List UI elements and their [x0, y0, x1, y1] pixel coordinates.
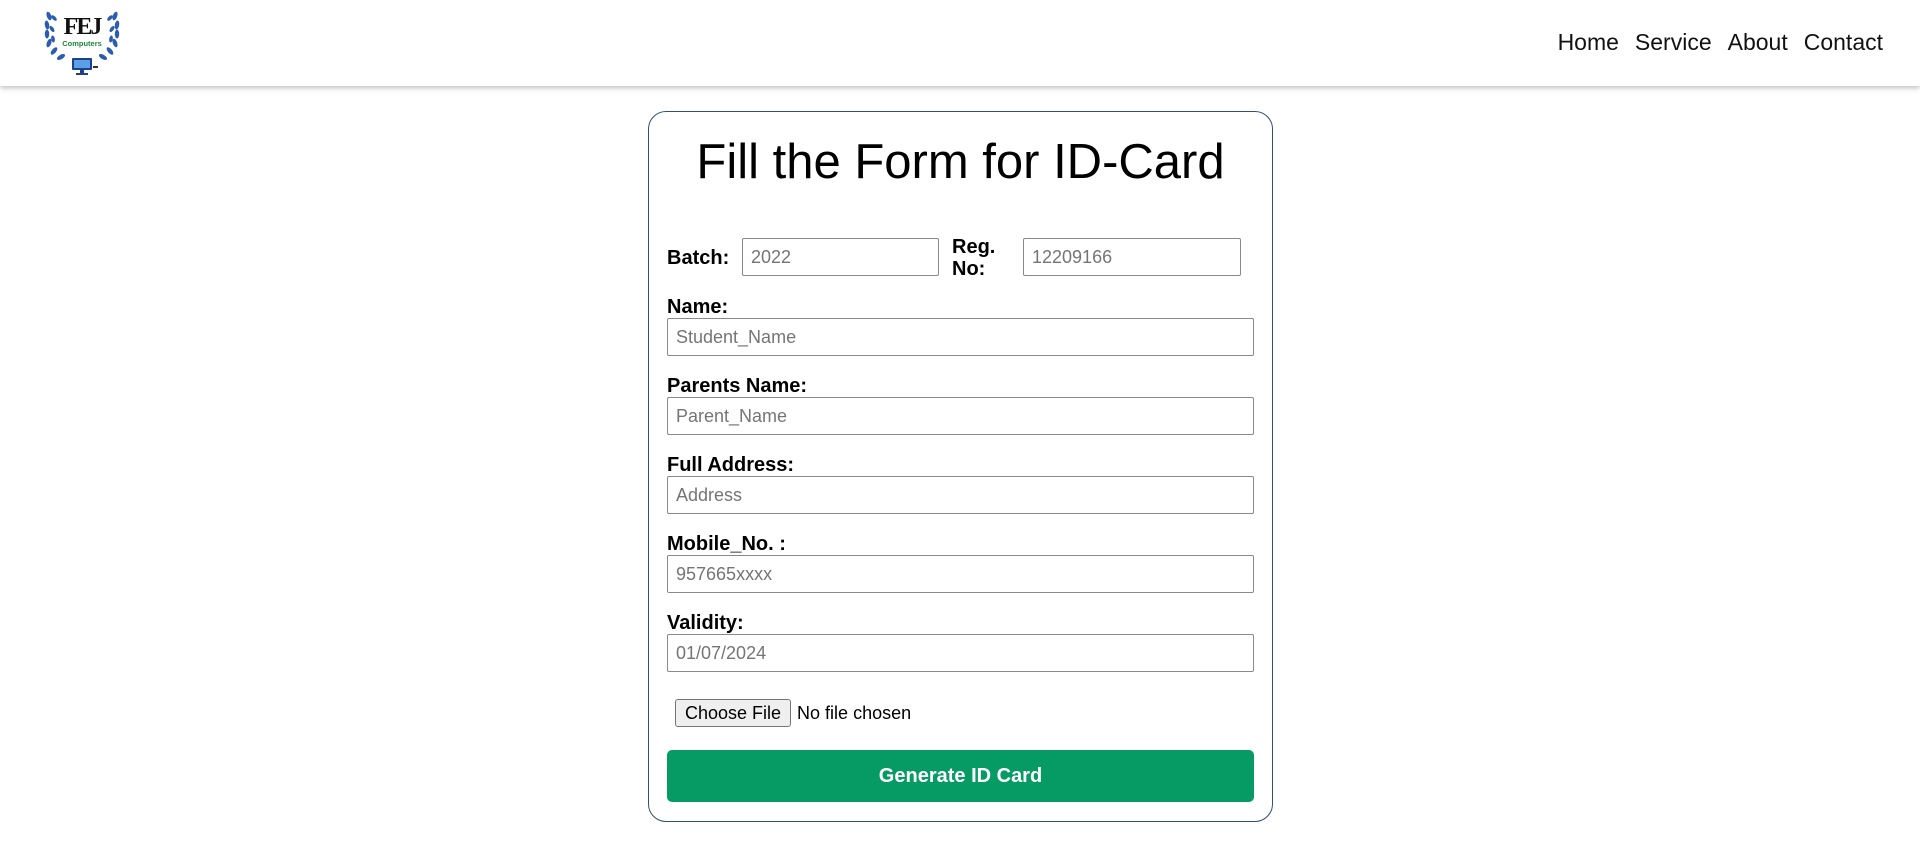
nav-home-link[interactable]: Home — [1558, 27, 1619, 57]
name-label: Name: — [667, 296, 729, 318]
main-nav: Home Service About Contact — [1558, 27, 1883, 57]
generate-id-card-button[interactable]: Generate ID Card — [667, 750, 1254, 802]
reg-no-input[interactable] — [1023, 238, 1241, 276]
mobile-label: Mobile_No. : — [667, 533, 786, 555]
file-chooser: Choose File No file chosen — [675, 698, 911, 728]
parent-name-input[interactable] — [667, 397, 1254, 435]
validity-input[interactable] — [667, 634, 1254, 672]
logo-text: FEJ — [63, 14, 103, 40]
batch-label: Batch: — [667, 247, 730, 269]
student-name-input[interactable] — [667, 318, 1254, 356]
address-label: Full Address: — [667, 454, 795, 476]
batch-input[interactable] — [742, 238, 939, 276]
logo-subtext: Computers — [62, 39, 102, 48]
nav-service-link[interactable]: Service — [1619, 27, 1712, 57]
id-card-form: Fill the Form for ID-Card Batch: Reg. No… — [648, 111, 1273, 822]
address-input[interactable] — [667, 476, 1254, 514]
validity-label: Validity: — [667, 612, 744, 634]
reg-no-label-line1: Reg. — [952, 236, 996, 258]
reg-no-label-line2: No: — [952, 258, 986, 280]
nav-contact-link[interactable]: Contact — [1788, 27, 1883, 57]
mobile-input[interactable] — [667, 555, 1254, 593]
form-title: Fill the Form for ID-Card — [696, 135, 1225, 189]
monitor-icon — [72, 58, 98, 75]
file-status-text: No file chosen — [797, 702, 912, 723]
choose-file-button[interactable]: Choose File — [675, 699, 792, 727]
navbar: FEJ Computers Home Service About Contact — [0, 0, 1920, 86]
brand-logo[interactable]: FEJ Computers — [42, 8, 122, 78]
parents-name-label: Parents Name: — [667, 375, 808, 397]
nav-about-link[interactable]: About — [1712, 27, 1788, 57]
